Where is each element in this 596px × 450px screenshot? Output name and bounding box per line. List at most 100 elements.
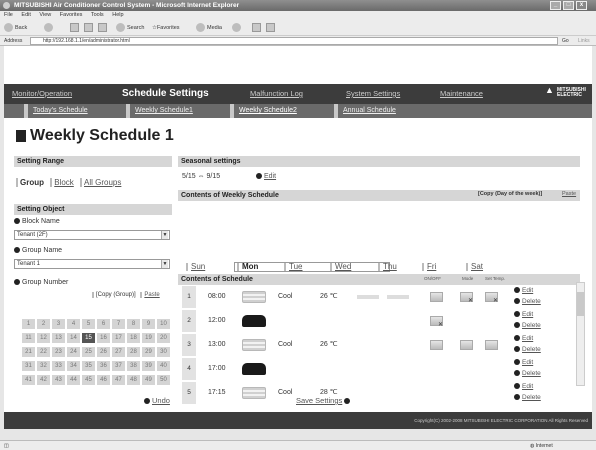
range-group[interactable]: Group	[16, 178, 44, 187]
range-all-groups[interactable]: All Groups	[80, 178, 122, 187]
group-number-cell[interactable]: 33	[52, 361, 65, 371]
group-number-cell[interactable]: 46	[97, 375, 110, 385]
group-number-cell[interactable]: 39	[142, 361, 155, 371]
tab-tue[interactable]: Tue	[284, 262, 303, 271]
group-number-cell[interactable]: 32	[37, 361, 50, 371]
refresh-button[interactable]	[84, 23, 93, 33]
group-number-cell[interactable]: 30	[157, 347, 170, 357]
group-number-cell[interactable]: 20	[157, 333, 170, 343]
group-number-cell[interactable]: 1	[22, 319, 35, 329]
go-button[interactable]: Go	[562, 36, 569, 46]
range-block[interactable]: Block	[50, 178, 74, 187]
paste-group-button[interactable]: Paste	[140, 292, 160, 298]
group-number-cell[interactable]: 41	[22, 375, 35, 385]
subnav-annual-schedule[interactable]: Annual Schedule	[334, 104, 396, 118]
tab-sun[interactable]: Sun	[186, 262, 205, 271]
paste-day-button[interactable]: Paste	[562, 191, 576, 197]
group-number-cell[interactable]: 48	[127, 375, 140, 385]
tab-thu[interactable]: Thu	[378, 262, 397, 271]
group-number-cell[interactable]: 8	[127, 319, 140, 329]
menu-file[interactable]: File	[4, 12, 13, 18]
group-number-cell[interactable]: 10	[157, 319, 170, 329]
group-number-cell[interactable]: 35	[82, 361, 95, 371]
tab-wed[interactable]: Wed	[330, 262, 351, 271]
back-button[interactable]: Back	[4, 23, 27, 33]
group-number-cell[interactable]: 28	[127, 347, 140, 357]
home-button[interactable]	[98, 23, 107, 33]
subnav-weekly-schedule1[interactable]: Weekly Schedule1	[126, 104, 193, 118]
save-settings-button[interactable]: Save Settings	[296, 396, 352, 405]
seasonal-edit-link[interactable]: Edit	[256, 173, 276, 180]
row-edit-link[interactable]: Edit	[514, 383, 533, 390]
group-number-cell[interactable]: 3	[52, 319, 65, 329]
group-number-cell[interactable]: 47	[112, 375, 125, 385]
group-number-cell[interactable]: 17	[112, 333, 125, 343]
group-number-cell[interactable]: 50	[157, 375, 170, 385]
menu-tools[interactable]: Tools	[91, 12, 104, 18]
search-button[interactable]: Search	[116, 23, 144, 33]
group-number-cell[interactable]: 11	[22, 333, 35, 343]
menu-favorites[interactable]: Favorites	[60, 12, 83, 18]
group-name-select[interactable]: Tenant 1 ▼	[14, 259, 170, 269]
group-number-cell[interactable]: 24	[67, 347, 80, 357]
copy-day-button[interactable]: [Copy (Day of the week)]	[478, 191, 542, 197]
menu-help[interactable]: Help	[112, 12, 123, 18]
tab-sat[interactable]: Sat	[466, 262, 483, 271]
group-number-cell[interactable]: 13	[52, 333, 65, 343]
group-number-cell[interactable]: 16	[97, 333, 110, 343]
group-number-cell[interactable]: 42	[37, 375, 50, 385]
maximize-button[interactable]: □	[563, 1, 574, 10]
copy-group-button[interactable]: [Copy (Group)]	[92, 292, 136, 298]
address-input[interactable]: http://192.168.1.1/en/administrator.html	[30, 37, 558, 45]
group-number-cell[interactable]: 19	[142, 333, 155, 343]
row-edit-link[interactable]: Edit	[514, 335, 533, 342]
row-delete-link[interactable]: Delete	[514, 370, 541, 377]
nav-monitor-operation[interactable]: Monitor/Operation	[12, 84, 72, 104]
nav-schedule-settings[interactable]: Schedule Settings	[122, 84, 209, 104]
group-number-cell[interactable]: 27	[112, 347, 125, 357]
group-number-cell[interactable]: 38	[127, 361, 140, 371]
menu-edit[interactable]: Edit	[21, 12, 30, 18]
row-delete-link[interactable]: Delete	[514, 298, 541, 305]
row-edit-link[interactable]: Edit	[514, 359, 533, 366]
group-number-cell[interactable]: 14	[67, 333, 80, 343]
print-button[interactable]	[266, 23, 275, 33]
favorites-button[interactable]: ☆Favorites	[152, 23, 180, 33]
history-button[interactable]	[232, 23, 243, 33]
group-number-cell[interactable]: 43	[52, 375, 65, 385]
tab-mon[interactable]: Mon	[234, 262, 390, 272]
row-delete-link[interactable]: Delete	[514, 346, 541, 353]
group-number-cell[interactable]: 6	[97, 319, 110, 329]
group-number-cell[interactable]: 44	[67, 375, 80, 385]
group-number-cell[interactable]: 2	[37, 319, 50, 329]
group-number-cell[interactable]: 29	[142, 347, 155, 357]
group-number-cell[interactable]: 25	[82, 347, 95, 357]
close-button[interactable]: x	[576, 1, 587, 10]
row-delete-link[interactable]: Delete	[514, 322, 541, 329]
row-edit-link[interactable]: Edit	[514, 311, 533, 318]
group-number-cell[interactable]: 18	[127, 333, 140, 343]
group-number-cell[interactable]: 9	[142, 319, 155, 329]
group-number-cell[interactable]: 4	[67, 319, 80, 329]
group-number-cell[interactable]: 26	[97, 347, 110, 357]
media-button[interactable]: Media	[196, 23, 222, 33]
group-number-cell[interactable]: 45	[82, 375, 95, 385]
nav-maintenance[interactable]: Maintenance	[440, 84, 483, 104]
group-number-cell[interactable]: 12	[37, 333, 50, 343]
links-label[interactable]: Links	[578, 36, 590, 46]
group-number-cell[interactable]: 31	[22, 361, 35, 371]
nav-system-settings[interactable]: System Settings	[346, 84, 400, 104]
row-delete-link[interactable]: Delete	[514, 394, 541, 401]
group-number-cell[interactable]: 21	[22, 347, 35, 357]
group-number-cell[interactable]: 40	[157, 361, 170, 371]
group-number-cell[interactable]: 22	[37, 347, 50, 357]
group-number-cell[interactable]: 5	[82, 319, 95, 329]
group-number-cell[interactable]: 23	[52, 347, 65, 357]
stop-button[interactable]	[70, 23, 79, 33]
group-number-cell[interactable]: 15	[82, 333, 95, 343]
forward-button[interactable]	[44, 23, 55, 33]
undo-button[interactable]: Undo	[144, 396, 170, 405]
menu-view[interactable]: View	[39, 12, 51, 18]
subnav-weekly-schedule2[interactable]: Weekly Schedule2	[230, 104, 297, 118]
group-number-cell[interactable]: 49	[142, 375, 155, 385]
